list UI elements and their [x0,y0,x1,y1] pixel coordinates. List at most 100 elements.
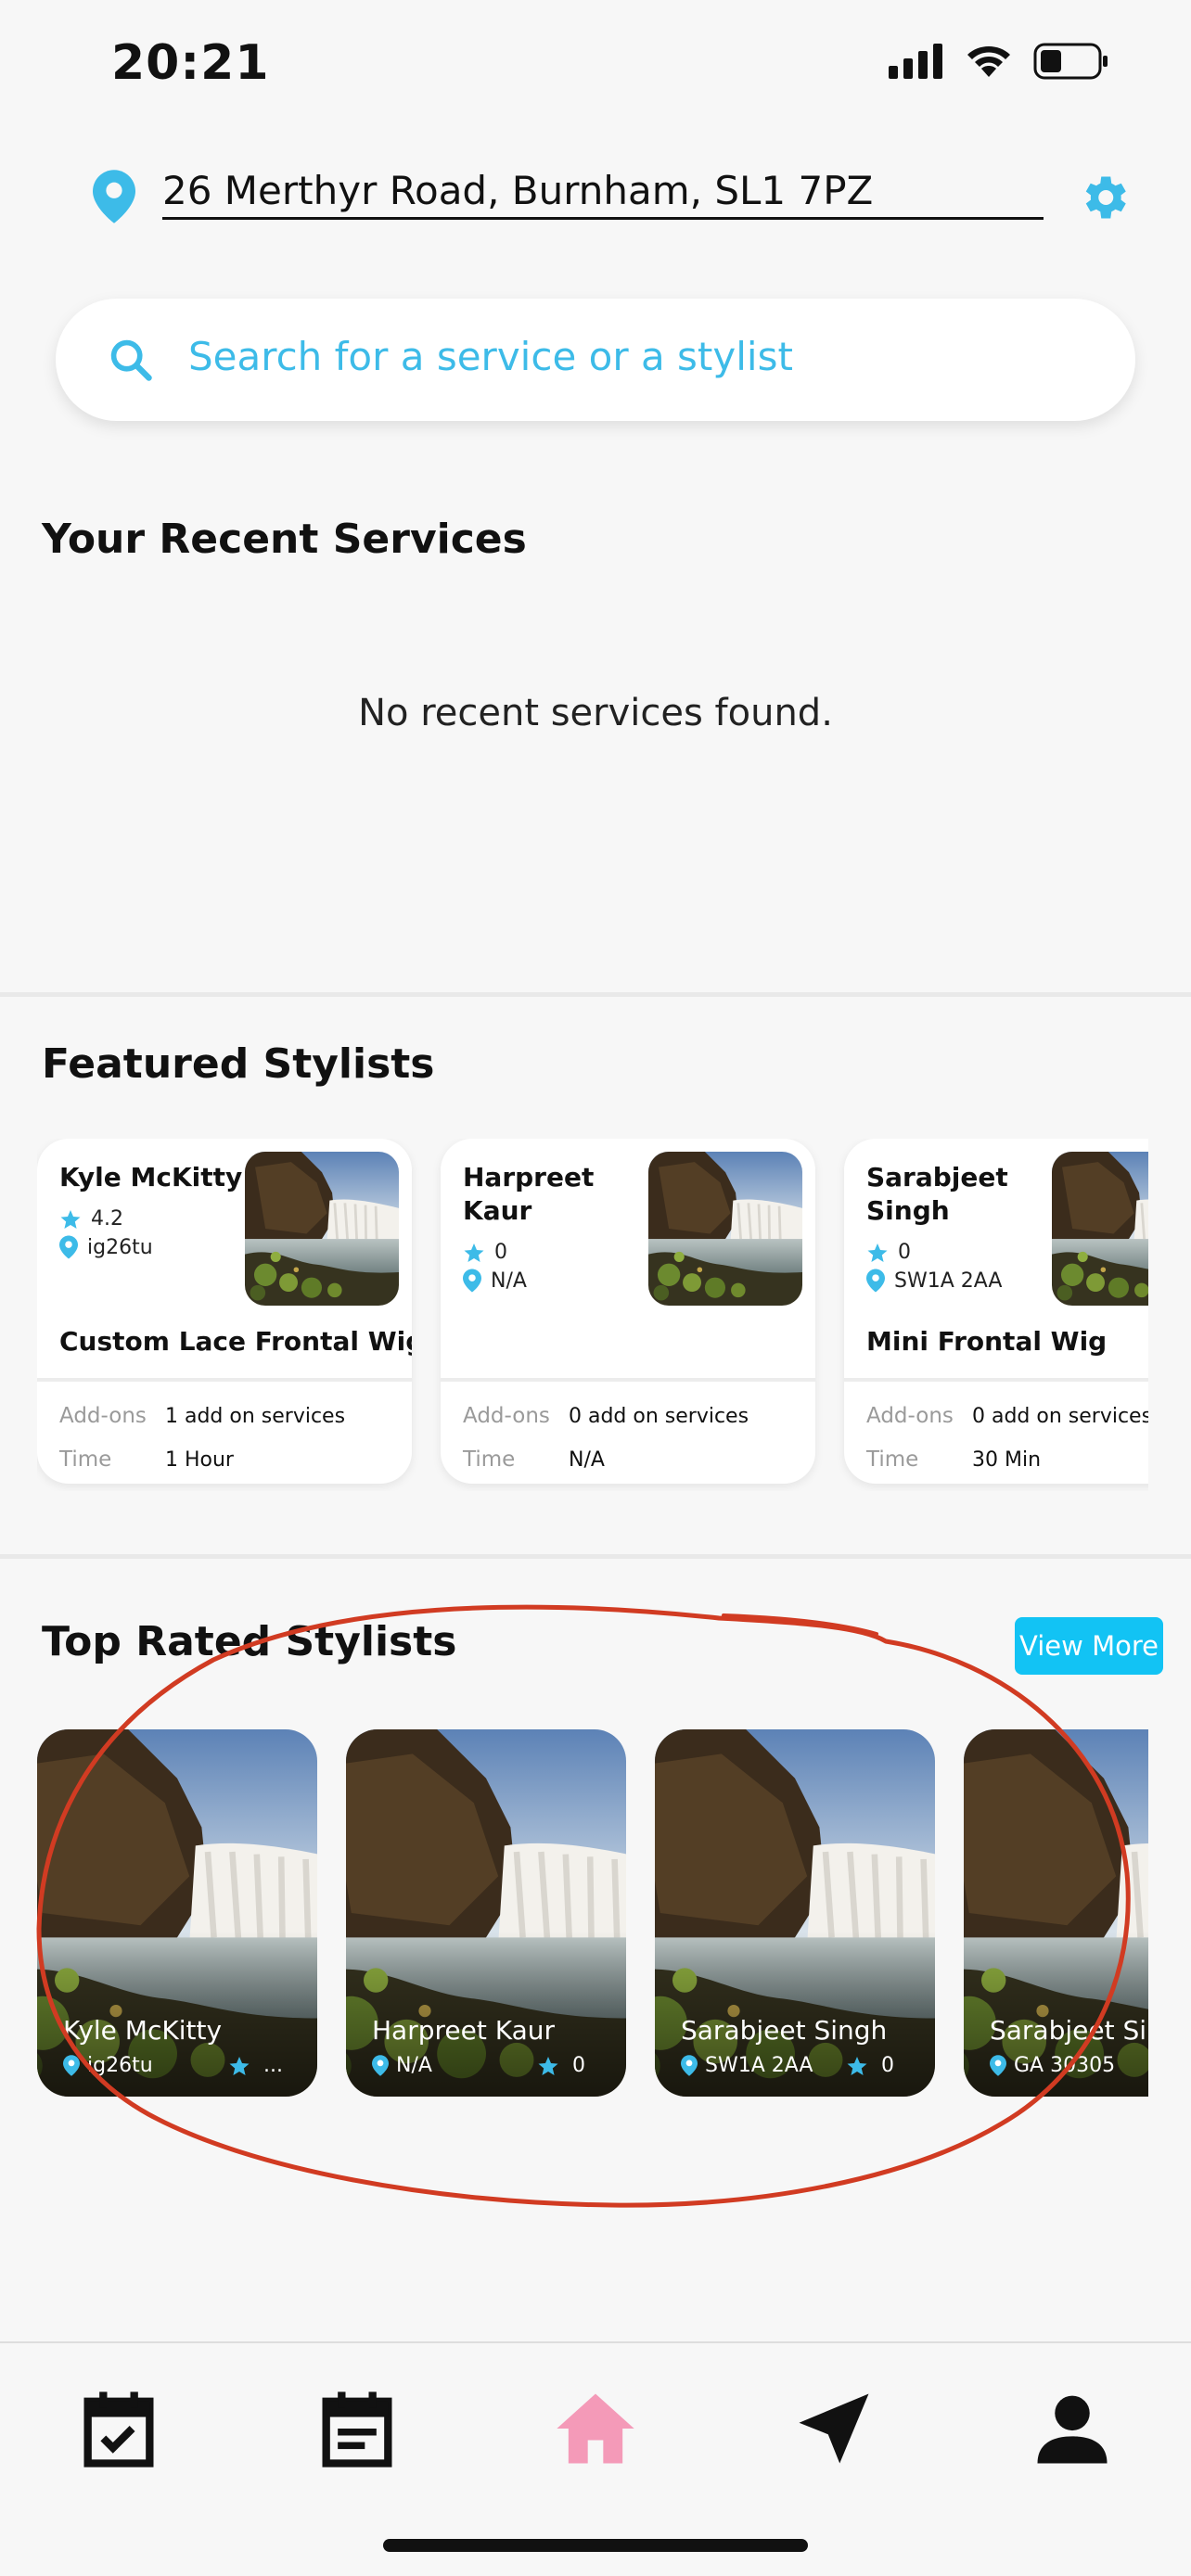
home-indicator [383,2539,808,2552]
stylist-name: Sarabjeet Singh [681,2015,888,2046]
stylist-photo [648,1152,802,1306]
time-label: Time [463,1447,516,1472]
stylist-photo [1052,1152,1148,1306]
star-icon [847,2056,867,2075]
star-icon [867,1243,888,1262]
top-rated-stylists-carousel[interactable]: Kyle McKitty ig26tu ... Harpreet Kaur N/… [37,1729,1148,2100]
stylist-name: Sarabjeet Singh [866,1162,1008,1226]
star-icon [538,2056,558,2075]
addons-value: 1 add on services [165,1405,346,1428]
battery-icon [1033,43,1108,80]
location-value: ig26tu [87,2054,153,2077]
card-divider [37,1378,412,1382]
location-value: ig26tu [87,1235,153,1259]
stylist-location: GA 30305 [990,2054,1115,2077]
location-value: N/A [396,2054,432,2077]
rating-value: 0 [494,1241,507,1264]
stylist-location: SW1A 2AA [681,2054,813,2077]
time-label: Time [866,1447,919,1472]
search-bar[interactable]: Search for a service or a stylist [56,299,1135,421]
stylist-rating: 0 [537,2054,585,2077]
location-pin-icon [990,2055,1006,2076]
stylist-rating: 0 [846,2054,894,2077]
status-bar: 20:21 [0,0,1191,134]
tab-bookings[interactable] [72,2382,165,2475]
star-icon [464,1243,484,1262]
service-name: Mini Frontal Wig [866,1326,1108,1357]
top-rated-stylists-title: Top Rated Stylists [42,1618,457,1665]
addons-label: Add-ons [866,1404,954,1428]
stylist-rating: 0 [866,1241,911,1264]
location-pin-icon [463,1269,481,1293]
stylist-rating: ... [228,2054,283,2077]
location-pin-icon [866,1269,885,1293]
view-more-button[interactable]: View More [1015,1617,1163,1675]
cellular-signal-icon [889,44,942,79]
location-pin-icon [59,1235,78,1259]
rating-value: 0 [572,2054,585,2077]
location-bar[interactable]: 26 Merthyr Road, Burnham, SL1 7PZ [93,162,1132,236]
navigation-arrow-icon [799,2393,869,2464]
location-value: N/A [491,1269,527,1293]
star-icon [229,2056,250,2075]
featured-stylist-card[interactable]: Sarabjeet Singh 0 SW1A 2AA Mini Frontal … [844,1139,1148,1484]
addons-label: Add-ons [463,1404,550,1428]
location-pin-icon [93,170,135,223]
card-divider [844,1378,1148,1382]
time-label: Time [59,1447,112,1472]
section-divider [0,992,1191,997]
star-icon [60,1209,81,1229]
addons-value: 0 add on services [569,1405,749,1428]
stylist-rating: 0 [463,1241,507,1264]
person-icon [1037,2395,1108,2464]
location-pin-icon [372,2055,389,2076]
tab-appointments[interactable] [311,2382,403,2475]
stylist-name: Harpreet Kaur [463,1162,595,1226]
tab-profile[interactable] [1026,2382,1119,2475]
tab-home[interactable] [549,2382,642,2475]
address-field[interactable]: 26 Merthyr Road, Burnham, SL1 7PZ [162,162,1044,220]
service-name: Custom Lace Frontal Wig [59,1326,412,1357]
top-rated-stylist-card[interactable]: Sarabjeet Singh GA 30305 0 [964,1729,1148,2097]
settings-gear-icon[interactable] [1076,170,1132,225]
addons-label: Add-ons [59,1404,147,1428]
status-icons [889,43,1109,80]
tab-explore[interactable] [788,2382,880,2475]
stylist-location: SW1A 2AA [866,1269,1002,1293]
featured-stylists-carousel[interactable]: Kyle McKitty 4.2 ig26tu Custom Lace Fron… [37,1139,1148,1491]
time-value: 30 Min [972,1448,1042,1472]
time-value: 1 Hour [165,1448,234,1472]
stylist-location: ig26tu [59,1235,153,1259]
location-value: SW1A 2AA [894,1269,1003,1293]
featured-stylist-card[interactable]: Harpreet Kaur 0 N/A Add-ons 0 add on ser… [441,1139,815,1484]
stylist-location: N/A [372,2054,432,2077]
rating-value: 4.2 [91,1207,123,1231]
top-rated-stylist-card[interactable]: Sarabjeet Singh SW1A 2AA 0 [655,1729,935,2097]
top-rated-stylist-card[interactable]: Harpreet Kaur N/A 0 [346,1729,626,2097]
time-value: N/A [569,1448,605,1472]
stylist-name: Kyle McKitty [59,1162,243,1192]
location-pin-icon [63,2055,80,2076]
rating-value: 0 [881,2054,894,2077]
section-divider [0,1554,1191,1559]
stylist-name: Kyle McKitty [63,2015,223,2046]
location-value: GA 30305 [1014,2054,1116,2077]
stylist-name: Harpreet Kaur [372,2015,556,2046]
card-divider [441,1378,815,1382]
status-time: 20:21 [111,35,270,91]
recent-services-title: Your Recent Services [42,516,527,563]
stylist-location: ig26tu [63,2054,153,2077]
stylist-location: N/A [463,1269,527,1293]
top-rated-stylist-card[interactable]: Kyle McKitty ig26tu ... [37,1729,317,2097]
calendar-notes-icon [322,2391,392,2468]
stylist-photo [245,1152,399,1306]
home-icon [557,2393,634,2464]
addons-value: 0 add on services [972,1405,1148,1428]
search-input[interactable]: Search for a service or a stylist [188,334,793,379]
featured-stylist-card[interactable]: Kyle McKitty 4.2 ig26tu Custom Lace Fron… [37,1139,412,1484]
stylist-rating: 4.2 [59,1207,123,1231]
rating-value: ... [263,2054,283,2077]
calendar-check-icon [83,2391,154,2468]
location-pin-icon [681,2055,698,2076]
recent-services-empty-message: No recent services found. [358,692,833,734]
